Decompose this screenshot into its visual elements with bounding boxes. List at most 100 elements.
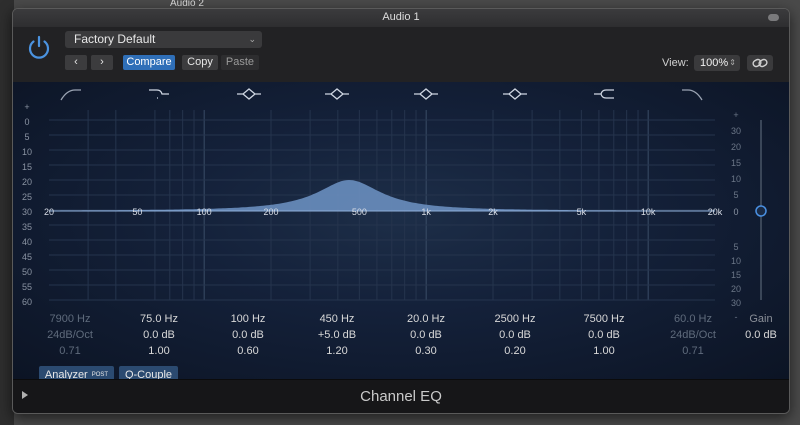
left-scale-label: 40 bbox=[22, 237, 32, 247]
frequency-label: 20k bbox=[708, 207, 723, 217]
band-gain-value[interactable]: 0.0 dB bbox=[203, 327, 293, 343]
gain-slider-knob[interactable] bbox=[755, 205, 767, 217]
plugin-footer: Channel EQ bbox=[13, 379, 789, 413]
right-scale-label: 20 bbox=[731, 284, 741, 294]
low-shelf-icon[interactable] bbox=[149, 89, 169, 99]
view-label: View: bbox=[662, 57, 689, 69]
band-freq-value[interactable]: 7900 Hz bbox=[25, 311, 115, 327]
window-title: Audio 1 bbox=[382, 11, 420, 23]
band-gain-value[interactable]: 24dB/Oct bbox=[25, 327, 115, 343]
band-gain-value[interactable]: 0.0 dB bbox=[114, 327, 204, 343]
right-scale-label: 15 bbox=[731, 270, 741, 280]
high-shelf-icon[interactable] bbox=[594, 89, 614, 99]
band-7-parameters[interactable]: 7500 Hz 0.0 dB 1.00 bbox=[559, 311, 649, 359]
power-icon[interactable] bbox=[25, 33, 53, 61]
right-scale-label: 5 bbox=[733, 190, 738, 200]
frequency-label: 100 bbox=[197, 207, 212, 217]
previous-preset-button[interactable]: ‹ bbox=[65, 55, 87, 70]
preset-menu[interactable]: Factory Default ⌄ bbox=[65, 31, 262, 48]
frequency-label: 50 bbox=[132, 207, 142, 217]
band-5-parameters[interactable]: 20.0 Hz 0.0 dB 0.30 bbox=[381, 311, 471, 359]
left-scale-label: 50 bbox=[22, 267, 32, 277]
right-scale-label: 30 bbox=[731, 126, 741, 136]
gain-label: Gain bbox=[749, 313, 773, 325]
high-cut-icon[interactable] bbox=[682, 89, 703, 101]
frequency-label: 500 bbox=[352, 207, 367, 217]
link-icon bbox=[752, 58, 768, 68]
left-scale-label: 35 bbox=[22, 222, 32, 232]
band-1-parameters[interactable]: 7900 Hz 24dB/Oct 0.71 bbox=[25, 311, 115, 359]
band-q-value[interactable]: 0.30 bbox=[381, 343, 471, 359]
band-q-value[interactable]: 1.00 bbox=[559, 343, 649, 359]
right-scale-label: 30 bbox=[731, 298, 741, 308]
preset-name: Factory Default bbox=[74, 32, 156, 46]
right-scale-label: 5 bbox=[733, 242, 738, 252]
band-q-value[interactable]: 0.20 bbox=[470, 343, 560, 359]
band-freq-value[interactable]: 100 Hz bbox=[203, 311, 293, 327]
frequency-label: 200 bbox=[263, 207, 278, 217]
compare-button[interactable]: Compare bbox=[123, 55, 175, 70]
band-2-parameters[interactable]: 75.0 Hz 0.0 dB 1.00 bbox=[114, 311, 204, 359]
band-q-value[interactable]: 0.60 bbox=[203, 343, 293, 359]
bell-icon[interactable] bbox=[325, 88, 349, 100]
band-freq-value[interactable]: 450 Hz bbox=[292, 311, 382, 327]
left-scale-label: 60 bbox=[22, 297, 32, 307]
left-scale-label: 15 bbox=[22, 162, 32, 172]
right-scale-label: 10 bbox=[731, 174, 741, 184]
band-6-parameters[interactable]: 2500 Hz 0.0 dB 0.20 bbox=[470, 311, 560, 359]
band-freq-value[interactable]: 2500 Hz bbox=[470, 311, 560, 327]
copy-button[interactable]: Copy bbox=[182, 55, 218, 70]
stepper-icon: ⇕ bbox=[729, 58, 736, 67]
plugin-name: Channel EQ bbox=[360, 388, 442, 405]
right-scale-label: 20 bbox=[731, 142, 741, 152]
band-freq-value[interactable]: 20.0 Hz bbox=[381, 311, 471, 327]
right-scale-label: 10 bbox=[731, 256, 741, 266]
left-scale-label: 20 bbox=[22, 177, 32, 187]
band-gain-value[interactable]: +5.0 dB bbox=[292, 327, 382, 343]
chevron-down-icon: ⌄ bbox=[248, 34, 256, 44]
band-gain-value[interactable]: 0.0 dB bbox=[381, 327, 471, 343]
view-zoom-menu[interactable]: 100% ⇕ bbox=[694, 55, 740, 71]
eq-graph-area[interactable]: +0 5 10 15 20 25 30 35 40 45 50 55 60 +30 20 15 10 5 0 5 10 1… bbox=[13, 82, 789, 385]
zoom-value: 100% bbox=[700, 57, 729, 69]
band-gain-value[interactable]: 0.0 dB bbox=[559, 327, 649, 343]
plugin-header: Factory Default ⌄ ‹ › Compare Copy Paste… bbox=[13, 27, 789, 82]
title-bar[interactable]: Audio 1 bbox=[13, 9, 789, 28]
left-scale-label: 30 bbox=[22, 207, 32, 217]
band-gain-value[interactable]: 24dB/Oct bbox=[648, 327, 738, 343]
plugin-window: Audio 1 Factory Default ⌄ ‹ › Compare Co… bbox=[12, 8, 790, 414]
right-scale-label: + bbox=[733, 110, 738, 120]
frequency-label: 2k bbox=[488, 207, 498, 217]
right-scale-label: 15 bbox=[731, 158, 741, 168]
frequency-label: 20 bbox=[44, 207, 54, 217]
frequency-label: 10k bbox=[641, 207, 656, 217]
band-q-value[interactable]: 1.00 bbox=[114, 343, 204, 359]
band-3-parameters[interactable]: 100 Hz 0.0 dB 0.60 bbox=[203, 311, 293, 359]
right-scale-label: 0 bbox=[733, 207, 738, 217]
band-gain-value[interactable]: 0.0 dB bbox=[470, 327, 560, 343]
band-freq-value[interactable]: 75.0 Hz bbox=[114, 311, 204, 327]
background-track-name: Audio 2 bbox=[170, 0, 204, 9]
band-q-value[interactable]: 0.71 bbox=[648, 343, 738, 359]
gain-value[interactable]: 0.0 dB bbox=[741, 327, 781, 343]
band-q-value[interactable]: 1.20 bbox=[292, 343, 382, 359]
left-scale-label: 10 bbox=[22, 147, 32, 157]
paste-button[interactable]: Paste bbox=[221, 55, 259, 70]
band-4-parameters[interactable]: 450 Hz +5.0 dB 1.20 bbox=[292, 311, 382, 359]
gain-column[interactable]: Gain 0.0 dB bbox=[741, 311, 781, 343]
left-scale-label: 0 bbox=[24, 117, 29, 127]
left-scale-label: 5 bbox=[24, 132, 29, 142]
link-button[interactable] bbox=[747, 55, 773, 71]
bell-icon[interactable] bbox=[237, 88, 261, 100]
bell-icon[interactable] bbox=[414, 88, 438, 100]
bell-icon[interactable] bbox=[503, 88, 527, 100]
next-preset-button[interactable]: › bbox=[91, 55, 113, 70]
analyzer-post-tag: POST bbox=[91, 372, 109, 378]
band-q-value[interactable]: 0.71 bbox=[25, 343, 115, 359]
frequency-label: 1k bbox=[421, 207, 431, 217]
window-resize-icon[interactable] bbox=[768, 14, 779, 21]
band-freq-value[interactable]: 7500 Hz bbox=[559, 311, 649, 327]
low-cut-icon[interactable] bbox=[60, 89, 81, 101]
band-freq-value[interactable]: 60.0 Hz bbox=[648, 311, 738, 327]
band-8-parameters[interactable]: 60.0 Hz 24dB/Oct 0.71 bbox=[648, 311, 738, 359]
